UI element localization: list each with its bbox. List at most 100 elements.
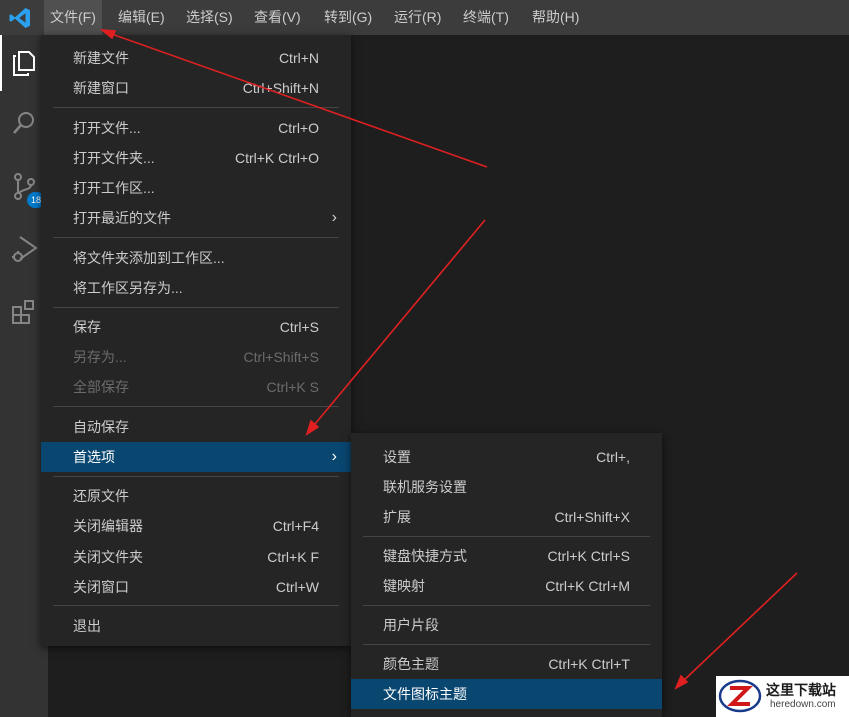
annotation-arrow-head bbox=[674, 674, 689, 690]
menu-separator bbox=[53, 237, 339, 238]
menubar-edit[interactable]: 编辑(E) bbox=[112, 0, 171, 35]
menubar-selection[interactable]: 选择(S) bbox=[180, 0, 239, 35]
watermark-title: 这里下载站 bbox=[766, 683, 836, 699]
menu-item-label: 颜色主题 bbox=[383, 656, 439, 672]
menu-item-shortcut: Ctrl+S bbox=[279, 319, 319, 335]
menu-item-shortcut: Ctrl+Shift+X bbox=[554, 509, 630, 525]
menu-item-label: 关闭窗口 bbox=[73, 579, 129, 595]
menubar-terminal[interactable]: 终端(T) bbox=[457, 0, 515, 35]
menu-item-label: 打开工作区... bbox=[73, 180, 155, 196]
menu-item-label: 另存为... bbox=[73, 349, 127, 365]
menu-item-shortcut: Ctrl+K Ctrl+O bbox=[234, 150, 319, 166]
menu-item-label: 自动保存 bbox=[73, 419, 129, 435]
menu-item-label: 键盘快捷方式 bbox=[383, 548, 467, 564]
menu-item-label: 扩展 bbox=[383, 509, 411, 525]
menu-item-label: 将文件夹添加到工作区... bbox=[73, 250, 225, 266]
menu-item-shortcut: Ctrl+Shift+S bbox=[243, 349, 319, 365]
menu-item-shortcut: Ctrl+K Ctrl+S bbox=[547, 548, 630, 564]
menu-item-label: 打开文件... bbox=[73, 120, 141, 136]
menu-separator bbox=[53, 406, 339, 407]
menu-item-close-folder[interactable]: 关闭文件夹 Ctrl+K F bbox=[41, 542, 351, 572]
menu-item-label: 关闭文件夹 bbox=[73, 549, 143, 565]
menu-item-label: 新建文件 bbox=[73, 50, 129, 66]
menu-item-label: 还原文件 bbox=[73, 488, 129, 504]
menu-item-open-workspace[interactable]: 打开工作区... bbox=[41, 173, 351, 203]
search-icon[interactable] bbox=[8, 108, 40, 140]
site-watermark: 这里下载站 heredown.com bbox=[716, 676, 849, 717]
menu-separator bbox=[53, 605, 339, 606]
menu-item-extensions[interactable]: 扩展 Ctrl+Shift+X bbox=[351, 502, 662, 532]
menu-item-close-window[interactable]: 关闭窗口 Ctrl+W bbox=[41, 572, 351, 602]
menu-item-save-as: 另存为... Ctrl+Shift+S bbox=[41, 342, 351, 372]
menu-item-shortcut: Ctrl+K Ctrl+T bbox=[548, 656, 630, 672]
menu-item-open-recent[interactable]: 打开最近的文件 › bbox=[41, 203, 351, 233]
menu-item-shortcut: Ctrl+Shift+N bbox=[242, 80, 319, 96]
menu-item-settings[interactable]: 设置 Ctrl+, bbox=[351, 442, 662, 472]
menu-item-label: 将工作区另存为... bbox=[73, 280, 183, 296]
site-logo-icon bbox=[718, 679, 762, 713]
chevron-right-icon: › bbox=[331, 448, 337, 465]
menu-item-label: 首选项 bbox=[73, 449, 115, 465]
chevron-right-icon: › bbox=[331, 209, 337, 226]
menu-separator bbox=[53, 107, 339, 108]
menu-item-add-folder-to-workspace[interactable]: 将文件夹添加到工作区... bbox=[41, 243, 351, 273]
menu-item-label: 新建窗口 bbox=[73, 80, 129, 96]
menu-item-label: 打开文件夹... bbox=[73, 150, 155, 166]
menu-item-user-snippets[interactable]: 用户片段 bbox=[351, 610, 662, 640]
menu-item-label: 打开最近的文件 bbox=[73, 210, 171, 226]
menu-item-shortcut: Ctrl+K F bbox=[267, 549, 319, 565]
menu-item-label: 退出 bbox=[73, 618, 101, 634]
menu-item-label: 联机服务设置 bbox=[383, 479, 467, 495]
menu-item-open-folder[interactable]: 打开文件夹... Ctrl+K Ctrl+O bbox=[41, 143, 351, 173]
menubar-run[interactable]: 运行(R) bbox=[388, 0, 447, 35]
title-bar: 文件(F) 编辑(E) 选择(S) 查看(V) 转到(G) 运行(R) 终端(T… bbox=[0, 0, 849, 35]
annotation-arrow-line bbox=[679, 572, 798, 685]
menu-separator bbox=[363, 605, 650, 606]
preferences-submenu: 设置 Ctrl+, 联机服务设置 扩展 Ctrl+Shift+X 键盘快捷方式 … bbox=[351, 433, 662, 717]
menu-item-label: 保存 bbox=[73, 319, 101, 335]
menu-item-label: 键映射 bbox=[383, 578, 425, 594]
menu-item-save-all: 全部保存 Ctrl+K S bbox=[41, 372, 351, 402]
menu-item-exit[interactable]: 退出 bbox=[41, 611, 351, 641]
menu-item-keymaps[interactable]: 键映射 Ctrl+K Ctrl+M bbox=[351, 571, 662, 601]
menu-item-save[interactable]: 保存 Ctrl+S bbox=[41, 312, 351, 342]
file-menu: 新建文件 Ctrl+N 新建窗口 Ctrl+Shift+N 打开文件... Ct… bbox=[41, 35, 351, 646]
menu-separator bbox=[53, 307, 339, 308]
run-debug-icon[interactable] bbox=[8, 233, 40, 265]
menu-item-shortcut: Ctrl+K S bbox=[266, 379, 319, 395]
menu-item-label: 关闭编辑器 bbox=[73, 518, 143, 534]
menu-item-open-file[interactable]: 打开文件... Ctrl+O bbox=[41, 113, 351, 143]
menu-separator bbox=[363, 644, 650, 645]
menu-item-online-services-settings[interactable]: 联机服务设置 bbox=[351, 472, 662, 502]
vscode-logo-icon[interactable] bbox=[8, 6, 32, 30]
menu-item-shortcut: Ctrl+F4 bbox=[272, 518, 319, 534]
menu-item-keyboard-shortcuts[interactable]: 键盘快捷方式 Ctrl+K Ctrl+S bbox=[351, 541, 662, 571]
menu-item-close-editor[interactable]: 关闭编辑器 Ctrl+F4 bbox=[41, 511, 351, 541]
files-icon[interactable] bbox=[8, 47, 40, 79]
extensions-icon[interactable] bbox=[8, 296, 40, 328]
menubar-help[interactable]: 帮助(H) bbox=[526, 0, 585, 35]
menu-item-label: 文件图标主题 bbox=[383, 686, 467, 702]
menu-item-shortcut: Ctrl+K Ctrl+M bbox=[545, 578, 630, 594]
menu-item-save-workspace-as[interactable]: 将工作区另存为... bbox=[41, 273, 351, 303]
menu-item-new-window[interactable]: 新建窗口 Ctrl+Shift+N bbox=[41, 73, 351, 103]
menu-item-new-file[interactable]: 新建文件 Ctrl+N bbox=[41, 43, 351, 73]
menu-item-auto-save[interactable]: 自动保存 bbox=[41, 412, 351, 442]
menu-separator bbox=[363, 536, 650, 537]
menu-item-label: 设置 bbox=[383, 449, 411, 465]
menu-item-color-theme[interactable]: 颜色主题 Ctrl+K Ctrl+T bbox=[351, 649, 662, 679]
active-indicator bbox=[0, 35, 2, 91]
menu-item-shortcut: Ctrl+N bbox=[278, 50, 319, 66]
menu-item-shortcut: Ctrl+, bbox=[596, 449, 630, 465]
menu-item-revert-file[interactable]: 还原文件 bbox=[41, 481, 351, 511]
menubar-file[interactable]: 文件(F) bbox=[44, 0, 102, 35]
menu-separator bbox=[53, 476, 339, 477]
menu-item-shortcut: Ctrl+W bbox=[275, 579, 319, 595]
menu-item-label: 全部保存 bbox=[73, 379, 129, 395]
menu-item-shortcut: Ctrl+O bbox=[278, 120, 319, 136]
menubar-go[interactable]: 转到(G) bbox=[318, 0, 378, 35]
menu-item-preferences[interactable]: 首选项 › bbox=[41, 442, 351, 472]
menubar-view[interactable]: 查看(V) bbox=[248, 0, 307, 35]
menu-item-label: 用户片段 bbox=[383, 617, 439, 633]
menu-item-file-icon-theme[interactable]: 文件图标主题 bbox=[351, 679, 662, 709]
